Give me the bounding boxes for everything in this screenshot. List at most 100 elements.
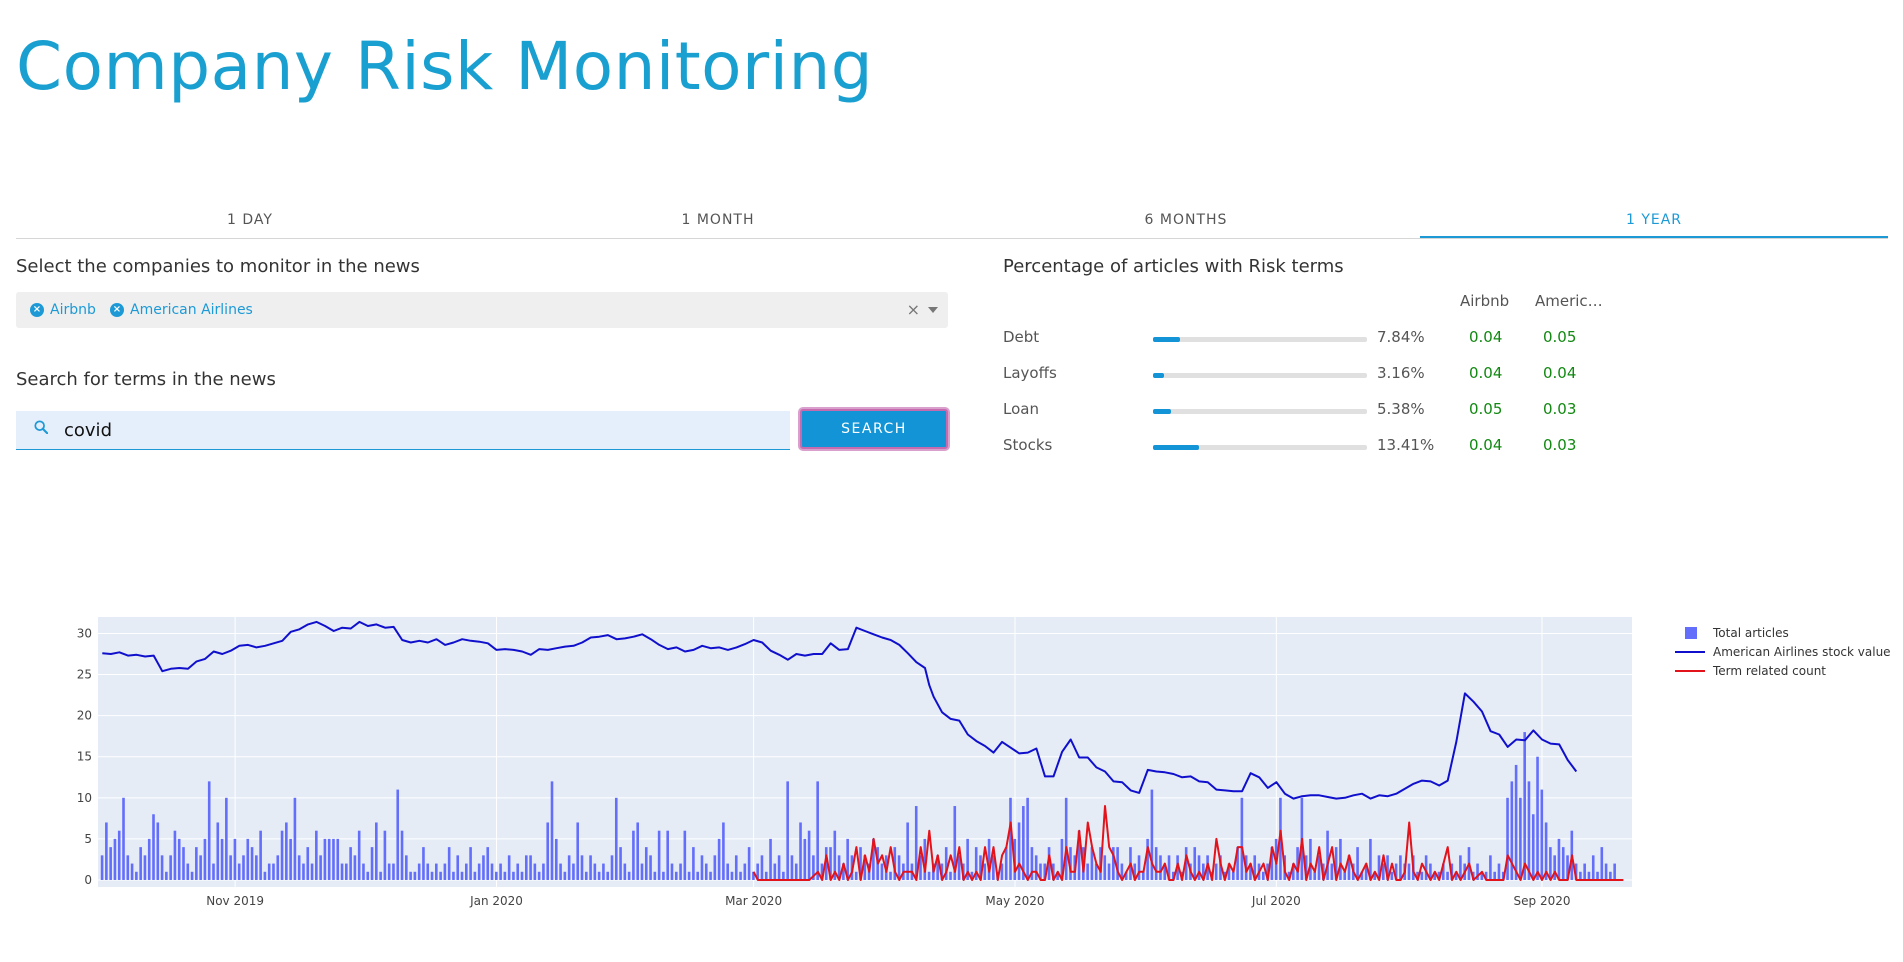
bar <box>182 847 185 880</box>
chevron-down-icon[interactable] <box>928 307 938 313</box>
bar <box>1527 781 1531 880</box>
bar <box>692 847 695 880</box>
search-input[interactable] <box>64 411 788 449</box>
bar <box>1579 871 1582 880</box>
bar <box>1197 855 1201 880</box>
tab-1-year[interactable]: 1 YEAR <box>1420 204 1888 238</box>
bar <box>683 830 687 880</box>
tab-6-months[interactable]: 6 MONTHS <box>952 204 1420 238</box>
bar <box>417 863 421 880</box>
risk-term: Debt <box>1003 328 1040 346</box>
bar <box>1004 847 1008 880</box>
bar <box>1154 847 1158 880</box>
remove-chip-icon[interactable]: × <box>110 303 124 317</box>
x-tick-label: May 2020 <box>985 894 1044 908</box>
bar <box>773 863 777 880</box>
bar <box>186 863 190 880</box>
bar <box>516 863 520 880</box>
bar <box>512 871 515 880</box>
bar <box>387 863 391 880</box>
bar <box>113 838 117 880</box>
bar <box>1519 797 1522 880</box>
bar <box>644 847 648 880</box>
bar <box>1034 855 1038 880</box>
bar <box>379 871 382 880</box>
bar <box>1604 863 1608 880</box>
bar <box>362 863 365 880</box>
bar <box>533 863 537 880</box>
bar <box>272 863 275 880</box>
bar <box>790 855 794 880</box>
bar <box>1064 797 1068 880</box>
bar <box>285 822 288 880</box>
bar <box>490 863 494 880</box>
bar <box>289 838 292 880</box>
time-range-tabs: 1 DAY 1 MONTH 6 MONTHS 1 YEAR <box>16 204 1888 239</box>
bar <box>807 830 811 880</box>
bar <box>722 822 725 880</box>
bar <box>670 863 674 880</box>
bar <box>494 871 498 880</box>
bar <box>340 863 344 880</box>
company-multiselect[interactable]: × Airbnb × American Airlines × <box>16 292 948 328</box>
bar <box>1330 863 1334 880</box>
risk-percent: 13.41% <box>1377 436 1435 454</box>
bar <box>786 781 789 880</box>
bar <box>242 855 245 880</box>
bar <box>1596 871 1599 880</box>
legend-swatch-bar <box>1685 627 1697 639</box>
x-tick-label: Jul 2020 <box>1251 894 1301 908</box>
bar <box>854 871 858 880</box>
bar <box>679 863 682 880</box>
bar <box>580 855 584 880</box>
bar <box>370 847 374 880</box>
risk-progress-fill <box>1153 337 1180 342</box>
tab-1-month[interactable]: 1 MONTH <box>484 204 952 238</box>
bar <box>657 830 661 880</box>
remove-chip-icon[interactable]: × <box>30 303 44 317</box>
bar <box>435 863 438 880</box>
chip-label: Airbnb <box>50 302 96 318</box>
bar <box>636 822 639 880</box>
bar <box>747 847 751 880</box>
y-tick-label: 20 <box>77 709 92 723</box>
bar <box>743 863 747 880</box>
risk-airbnb-value: 0.04 <box>1469 436 1503 454</box>
bar <box>542 863 545 880</box>
bar <box>687 871 691 880</box>
bar <box>139 847 142 880</box>
bar <box>135 871 138 880</box>
risk-term: Layoffs <box>1003 364 1057 382</box>
bar <box>302 863 305 880</box>
bar <box>550 781 554 880</box>
bar <box>1137 855 1141 880</box>
risk-progress-fill <box>1153 445 1199 450</box>
y-tick-label: 25 <box>77 668 92 682</box>
bar <box>409 871 412 880</box>
bar <box>584 871 588 880</box>
y-tick-label: 0 <box>84 873 92 887</box>
search-button[interactable]: SEARCH <box>800 409 948 449</box>
bar <box>486 847 490 880</box>
clear-selection-icon[interactable]: × <box>907 300 920 319</box>
bar <box>730 871 734 880</box>
bar <box>447 847 451 880</box>
bar <box>405 855 408 880</box>
y-tick-label: 5 <box>84 832 92 846</box>
bar <box>452 871 455 880</box>
tab-1-day[interactable]: 1 DAY <box>16 204 484 238</box>
y-tick-label: 30 <box>77 626 92 640</box>
bar <box>1493 871 1496 880</box>
bar <box>100 855 104 880</box>
bar <box>1600 847 1604 880</box>
bar <box>653 871 657 880</box>
bar <box>357 830 361 880</box>
bar <box>345 863 348 880</box>
bar <box>1026 797 1029 880</box>
bar <box>1142 871 1145 880</box>
bar <box>503 871 507 880</box>
bar <box>1159 855 1162 880</box>
legend-label: American Airlines stock value <box>1713 645 1891 659</box>
risk-progress-fill <box>1153 409 1172 414</box>
news-stock-chart[interactable]: 0 5 10 15 20 25 30 Nov 2019 Jan 2020 Mar 2020 May … <box>0 600 1903 962</box>
